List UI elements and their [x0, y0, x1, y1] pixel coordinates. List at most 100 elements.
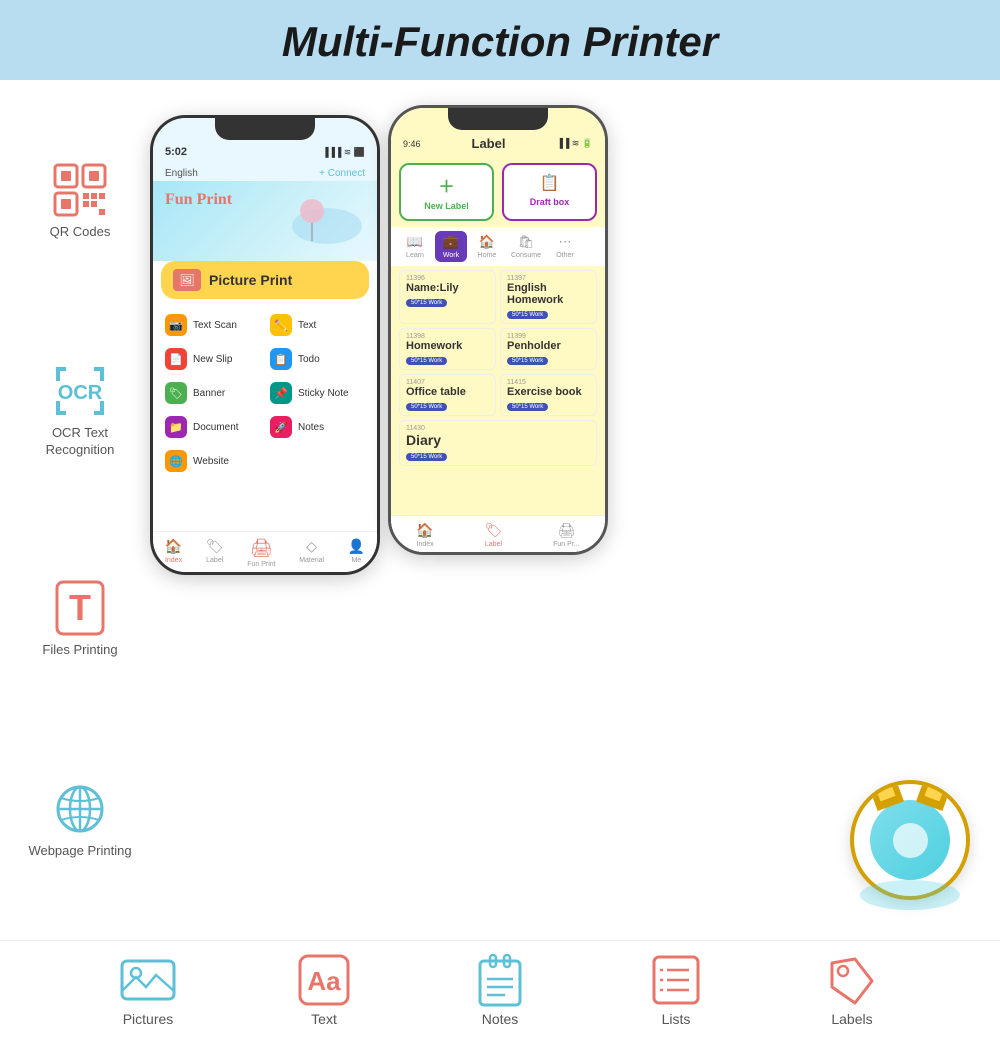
feature-qr: QR Codes — [50, 160, 111, 241]
left-phone: 5:02 ▐▐▐ ≋ ⬛ English + Connect Fun Print — [150, 115, 380, 575]
menu-item-todo[interactable]: 📋 Todo — [266, 343, 369, 375]
printer-glow — [860, 880, 960, 910]
ocr-icon: OCR — [50, 361, 110, 421]
bottom-feature-notes: Notes — [440, 955, 560, 1027]
globe-icon — [50, 779, 110, 839]
notes-label: Notes — [482, 1011, 519, 1027]
menu-label-banner: Banner — [193, 388, 225, 399]
left-phone-screen: 5:02 ▐▐▐ ≋ ⬛ English + Connect Fun Print — [153, 118, 377, 572]
nav-label[interactable]: 🏷Label — [206, 538, 224, 568]
label-cards-grid: 11396 Name:Lily 50*15 Work 11397 English… — [391, 266, 605, 420]
nav-material[interactable]: ◇Material — [299, 538, 324, 568]
label-card-english-hw[interactable]: 11397 English Homework 50*15 Work — [500, 270, 597, 324]
picture-print-button[interactable]: 🖼 Picture Print — [161, 261, 369, 299]
notes-icon — [472, 955, 528, 1005]
label-card-exercise-book[interactable]: 11415 Exercise book 50*15 Work — [500, 374, 597, 416]
cat-other[interactable]: ⋯Other — [549, 231, 581, 262]
menu-label-text: Text — [298, 320, 316, 331]
menu-item-new-slip[interactable]: 📄 New Slip — [161, 343, 264, 375]
cat-learn[interactable]: 📖Learn — [399, 231, 431, 262]
menu-dot-document: 📁 — [165, 416, 187, 438]
page-title: Multi-Function Printer — [0, 18, 1000, 66]
feature-ocr: OCR OCR Text Recognition — [20, 361, 140, 459]
pictures-label: Pictures — [123, 1011, 174, 1027]
bottom-feature-text: Aa Text — [264, 955, 384, 1027]
menu-item-notes[interactable]: 🚀 Notes — [266, 411, 369, 443]
right-nav-label[interactable]: 🏷Label — [485, 522, 503, 548]
menu-item-document[interactable]: 📁 Document — [161, 411, 264, 443]
menu-item-sticky-note[interactable]: 📌 Sticky Note — [266, 377, 369, 409]
svg-text:Aa: Aa — [307, 966, 341, 996]
menu-item-website[interactable]: 🌐 Website — [161, 445, 264, 477]
qr-icon — [50, 160, 110, 220]
menu-dot-new-slip: 📄 — [165, 348, 187, 370]
picture-print-icon: 🖼 — [173, 269, 201, 291]
menu-label-sticky-note: Sticky Note — [298, 388, 349, 399]
printer-device — [830, 750, 990, 910]
menu-item-text[interactable]: ✏️ Text — [266, 309, 369, 341]
nav-index[interactable]: 🏠Index — [165, 538, 182, 568]
app-bottom-nav: 🏠Index 🏷Label 🖨Fun Print ◇Material 👤Me — [153, 531, 377, 572]
bottom-features: Pictures Aa Text Notes — [0, 940, 1000, 1040]
menu-label-notes: Notes — [298, 422, 324, 433]
app-menu-grid: 📷 Text Scan ✏️ Text 📄 New Slip 📋 Todo — [153, 305, 377, 481]
labels-label: Labels — [831, 1011, 872, 1027]
lists-icon — [648, 955, 704, 1005]
menu-item-text-scan[interactable]: 📷 Text Scan — [161, 309, 264, 341]
label-card-penholder[interactable]: 11399 Penholder 50*15 Work — [500, 328, 597, 370]
right-phone-bottom-nav: 🏠Index 🏷Label 🖨Fun Pr... — [391, 515, 605, 552]
cat-home[interactable]: 🏠Home — [471, 231, 503, 262]
labels-icon — [824, 955, 880, 1005]
new-label-label: New Label — [424, 201, 469, 211]
label-action-row: ＋ New Label 📋 Draft box — [391, 157, 605, 227]
label-card-lily[interactable]: 11396 Name:Lily 50*15 Work — [399, 270, 496, 324]
menu-dot-text: ✏️ — [270, 314, 292, 336]
nav-me[interactable]: 👤Me — [348, 538, 365, 568]
bottom-feature-labels: Labels — [792, 955, 912, 1027]
app-connect: + Connect — [319, 168, 365, 179]
label-card-homework[interactable]: 11398 Homework 50*15 Work — [399, 328, 496, 370]
menu-label-website: Website — [193, 456, 229, 467]
label-card-office-table[interactable]: 11407 Office table 50*15 Work — [399, 374, 496, 416]
phone-notch-left — [215, 118, 315, 140]
label-card-diary[interactable]: 11430 Diary 50*15 Work — [399, 420, 597, 466]
nav-fun-print[interactable]: 🖨Fun Print — [247, 538, 275, 568]
header: Multi-Function Printer — [0, 0, 1000, 80]
feature-files: T Files Printing — [42, 578, 117, 659]
svg-text:T: T — [69, 587, 91, 628]
phones-area: 5:02 ▐▐▐ ≋ ⬛ English + Connect Fun Print — [150, 90, 980, 930]
pictures-icon — [120, 955, 176, 1005]
printer-inner — [870, 800, 950, 880]
right-phone: 9:46 Label ▐▐ ≋ 🔋 ＋ New Label 📋 Draft bo… — [388, 105, 608, 555]
app-nav-row: English + Connect — [153, 166, 377, 181]
menu-label-todo: Todo — [298, 354, 320, 365]
files-icon: T — [50, 578, 110, 638]
label-title: Label — [421, 136, 557, 151]
menu-dot-text-scan: 📷 — [165, 314, 187, 336]
text-icon: Aa — [296, 955, 352, 1005]
picture-print-label: Picture Print — [209, 272, 292, 288]
draft-box-button[interactable]: 📋 Draft box — [502, 163, 597, 221]
svg-text:OCR: OCR — [58, 382, 103, 404]
files-label: Files Printing — [42, 642, 117, 659]
right-phone-screen: 9:46 Label ▐▐ ≋ 🔋 ＋ New Label 📋 Draft bo… — [391, 108, 605, 552]
menu-label-text-scan: Text Scan — [193, 320, 237, 331]
right-nav-index[interactable]: 🏠Index — [416, 522, 433, 548]
menu-dot-banner: 🏷 — [165, 382, 187, 404]
diary-section: 11430 Diary 50*15 Work — [391, 420, 605, 470]
cat-consume[interactable]: 🛍Consume — [507, 231, 545, 262]
phone-notch-right — [448, 108, 548, 130]
menu-label-document: Document — [193, 422, 239, 433]
menu-item-banner[interactable]: 🏷 Banner — [161, 377, 264, 409]
menu-dot-notes: 🚀 — [270, 416, 292, 438]
lists-label: Lists — [662, 1011, 691, 1027]
menu-label-new-slip: New Slip — [193, 354, 232, 365]
new-label-button[interactable]: ＋ New Label — [399, 163, 494, 221]
bottom-feature-lists: Lists — [616, 955, 736, 1027]
phone-time: 5:02 — [165, 146, 187, 158]
web-label: Webpage Printing — [28, 843, 131, 860]
cat-work[interactable]: 💼Work — [435, 231, 467, 262]
ocr-label: OCR Text Recognition — [20, 425, 140, 459]
right-nav-fun-print[interactable]: 🖨Fun Pr... — [553, 522, 579, 548]
draft-box-label: Draft box — [530, 197, 570, 207]
